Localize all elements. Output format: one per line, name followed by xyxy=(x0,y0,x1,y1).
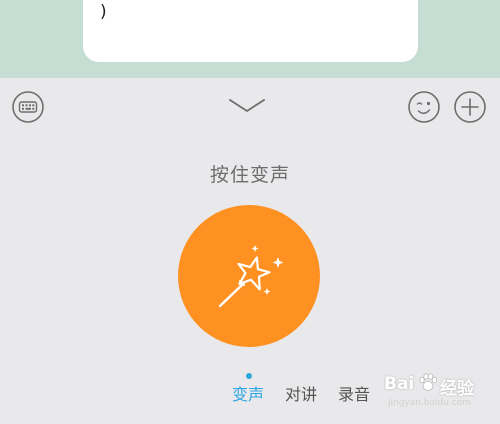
magic-wand-icon xyxy=(218,245,284,308)
more-button[interactable] xyxy=(454,91,486,123)
active-tab-indicator xyxy=(246,373,252,379)
hold-hint-text: 按住变声 xyxy=(209,164,290,186)
tab-intercom[interactable]: 对讲 xyxy=(285,381,317,405)
chevron-down-icon xyxy=(229,99,265,112)
emoji-button[interactable] xyxy=(408,91,440,123)
collapse-panel-button[interactable] xyxy=(228,92,266,120)
message-text: ) xyxy=(100,2,107,22)
baidu-jingyan-watermark: Bai 经验 jingyan.baidu.com xyxy=(384,370,496,414)
tab-recording[interactable]: 录音 xyxy=(338,381,370,405)
chat-area: ) xyxy=(0,0,500,78)
watermark-url: jingyan.baidu.com xyxy=(388,398,472,408)
keyboard-icon[interactable] xyxy=(12,91,44,123)
message-bubble[interactable]: ) xyxy=(83,0,418,62)
tab-voice-change[interactable]: 变声 xyxy=(232,381,264,405)
watermark-brand-cn: 经验 xyxy=(440,379,474,399)
plus-icon xyxy=(454,91,486,123)
paw-icon xyxy=(419,373,438,391)
voice-change-record-button[interactable] xyxy=(178,205,320,347)
emoji-wink-icon xyxy=(408,91,440,123)
watermark-brand-latin: Bai xyxy=(384,374,415,394)
